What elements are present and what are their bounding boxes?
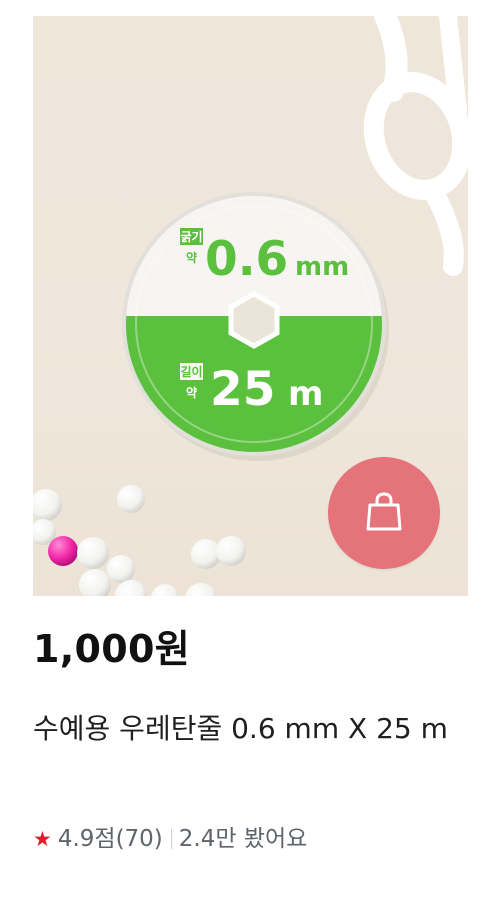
- product-rating: 4.9점(70): [57, 826, 163, 852]
- product-card[interactable]: 굵기 약 0.6 mm 길이 약 25 m 1,000원 수예용 우레탄줄 0.…: [0, 0, 484, 910]
- meta-divider: [170, 829, 172, 849]
- pearl-beads: [33, 485, 246, 596]
- product-meta: ★ 4.9점(70) 2.4만 봤어요: [33, 822, 307, 856]
- product-price: 1,000원: [33, 627, 190, 671]
- product-title[interactable]: 수예용 우레탄줄 0.6 mm X 25 m: [33, 705, 463, 752]
- star-icon: ★: [33, 827, 52, 851]
- shopping-bag-icon: [362, 489, 406, 537]
- product-view-count: 2.4만 봤어요: [178, 826, 308, 852]
- spool-thickness-label: 굵기: [180, 229, 202, 244]
- spool-length-label: 길이: [180, 364, 202, 379]
- spool-approx-label-bottom: 약: [186, 385, 197, 400]
- spool-thickness-value: 0.6: [205, 232, 288, 287]
- spool-length-value: 25: [210, 362, 275, 417]
- spool-approx-label-top: 약: [186, 250, 197, 265]
- add-to-cart-button[interactable]: [328, 457, 440, 569]
- spool-length-unit: m: [288, 374, 323, 414]
- spool-thickness-unit: mm: [295, 252, 349, 282]
